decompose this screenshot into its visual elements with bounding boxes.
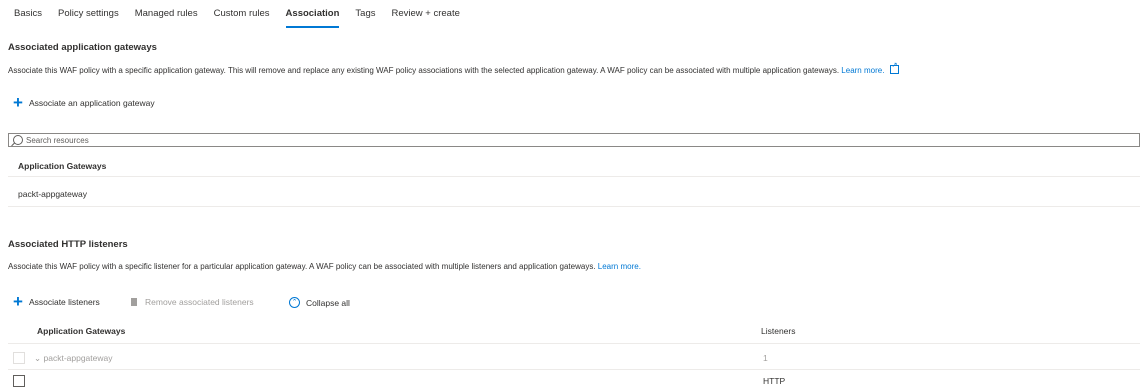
associate-gateway-label: Associate an application gateway [28, 98, 155, 108]
listeners-description: Associate this WAF policy with a specifi… [8, 262, 641, 271]
row-divider [8, 206, 1140, 207]
external-link-icon [889, 61, 899, 74]
child-row-listener: HTTP [763, 376, 786, 386]
search-icon [13, 135, 23, 145]
collapse-all-button[interactable]: ⌃ Collapse all [289, 297, 350, 308]
tab-policy-settings[interactable]: Policy settings [50, 0, 127, 28]
associate-gateway-button[interactable]: + Associate an application gateway [13, 93, 155, 112]
table-row[interactable]: packt-appgateway [18, 189, 87, 199]
gateways-description: Associate this WAF policy with a specifi… [8, 61, 899, 75]
group-row-name[interactable]: ⌄ packt-appgateway [34, 353, 113, 364]
gateways-section-title: Associated application gateways [8, 42, 157, 53]
listeners-count-header: Listeners [761, 326, 796, 336]
group-row-checkbox[interactable] [13, 352, 25, 364]
listeners-description-text: Associate this WAF policy with a specifi… [8, 262, 596, 271]
tab-managed-rules[interactable]: Managed rules [127, 0, 206, 28]
tab-review-create[interactable]: Review + create [383, 0, 467, 28]
row-divider [8, 176, 1140, 177]
listeners-learn-more-link[interactable]: Learn more. [598, 262, 641, 271]
collapse-all-label: Collapse all [306, 297, 350, 308]
tab-tags[interactable]: Tags [347, 0, 383, 28]
row-divider [8, 369, 1140, 370]
tab-association[interactable]: Association [278, 0, 348, 28]
listeners-section-title: Associated HTTP listeners [8, 239, 128, 250]
tab-bar: Basics Policy settings Managed rules Cus… [6, 0, 468, 28]
tab-custom-rules[interactable]: Custom rules [206, 0, 278, 28]
child-row-checkbox[interactable] [13, 375, 25, 387]
tab-basics[interactable]: Basics [6, 0, 50, 28]
group-row-listeners: 1 [763, 353, 768, 363]
remove-listeners-button[interactable]: Remove associated listeners [131, 297, 254, 307]
gateways-description-text: Associate this WAF policy with a specifi… [8, 66, 840, 75]
add-icon: + [13, 93, 23, 112]
search-resources-input[interactable]: Search resources [8, 133, 1140, 147]
gateways-learn-more-link[interactable]: Learn more. [841, 66, 884, 75]
remove-listeners-label: Remove associated listeners [145, 297, 254, 307]
search-placeholder: Search resources [26, 135, 89, 145]
chevron-down-icon: ⌄ [34, 353, 42, 363]
gateways-column-header: Application Gateways [18, 161, 107, 171]
trash-icon [131, 298, 137, 306]
associate-listeners-button[interactable]: + Associate listeners [13, 292, 100, 311]
listeners-gateways-header: Application Gateways [37, 326, 126, 336]
add-icon: + [13, 292, 23, 311]
row-divider [8, 343, 1140, 344]
chevron-up-circle-icon: ⌃ [289, 297, 300, 308]
associate-listeners-label: Associate listeners [28, 297, 100, 307]
